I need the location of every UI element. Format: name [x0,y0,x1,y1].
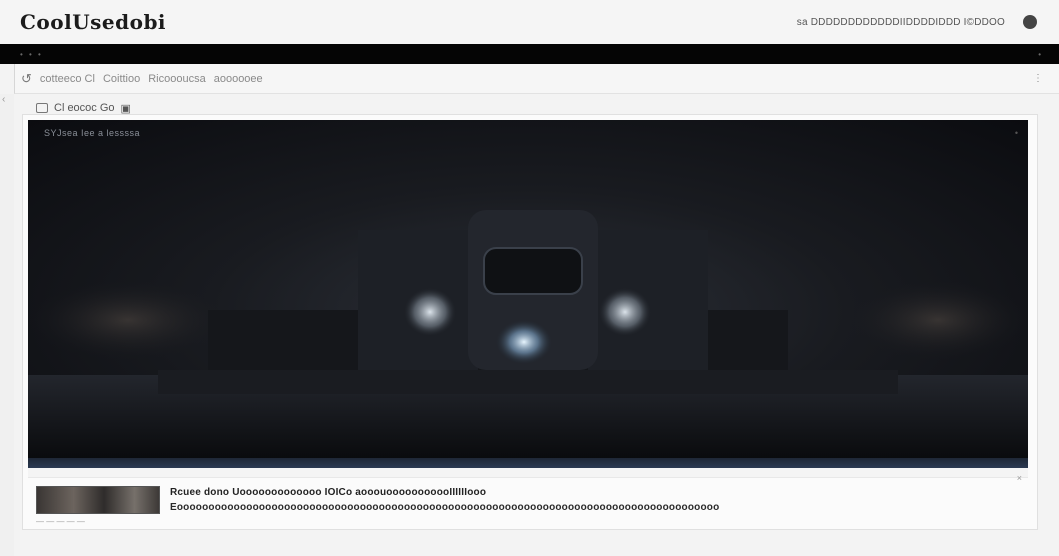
expand-icon[interactable]: ▣ [121,102,131,115]
strip-right-text: • [1038,49,1041,59]
header-links[interactable]: sa DDDDDDDDDDDDIIDDDDIDDD I©DDOO [797,17,1005,28]
left-rail: ‹ [0,94,14,556]
machine-base [158,370,898,394]
haze-right [848,280,1028,360]
toolbar-tab-2[interactable]: Coittioo [103,73,140,85]
haze-left [28,280,228,360]
rail-icon[interactable]: ‹ [2,94,5,105]
video-progress-bar[interactable] [28,458,1028,468]
list-item[interactable]: Rcuee dono Uooooooooooooo IOICo aooouooo… [36,473,1026,515]
more-menu-icon[interactable]: ⋮ [1033,73,1043,84]
close-icon[interactable]: × [1017,473,1022,483]
video-corner-icon[interactable]: • [1015,128,1018,138]
headlight-left [404,288,456,336]
item-text: Rcuee dono Uooooooooooooo IOICo aooouooo… [170,487,719,513]
toolbar-tab-1[interactable]: cotteeco Cl [40,73,95,85]
brand-logo[interactable]: CoolUsedobi [20,10,166,34]
item-description: Eooooooooooooooooooooooooooooooooooooooo… [170,502,720,513]
video-title: SYJsea Iee a lessssa [44,128,141,138]
toolbar-tabs: ↺ cotteeco Cl Coittioo Ricoooucsa aooooo… [21,71,263,87]
header-actions: sa DDDDDDDDDDDDIIDDDDIDDD I©DDOO [797,15,1037,29]
video-player[interactable]: SYJsea Iee a lessssa • [28,120,1028,468]
toolbar-tab-4[interactable]: aoooooee [214,73,263,85]
item-meta: — — — — — [36,517,85,526]
video-frame [28,210,1028,468]
refresh-icon[interactable]: ↺ [21,71,32,87]
toolbar-tab-3[interactable]: Ricoooucsa [148,73,205,85]
item-title[interactable]: Rcuee dono Uooooooooooooo IOICo aooouooo… [170,487,719,498]
player-header-label: Cl eococ Go [54,102,115,114]
machine-visor [483,247,583,295]
screen-icon[interactable] [36,103,48,113]
headlight-center [496,320,552,364]
strip-left-text: • • • [20,49,43,59]
item-thumbnail[interactable] [36,486,160,514]
app-header: CoolUsedobi sa DDDDDDDDDDDDIIDDDDIDDD I©… [0,0,1059,44]
toolbar: ↺ cotteeco Cl Coittioo Ricoooucsa aooooo… [14,64,1059,94]
top-strip: • • • • [0,44,1059,64]
headlight-right [599,288,651,336]
profile-circle-icon[interactable] [1023,15,1037,29]
video-controls-bar [28,468,1028,478]
